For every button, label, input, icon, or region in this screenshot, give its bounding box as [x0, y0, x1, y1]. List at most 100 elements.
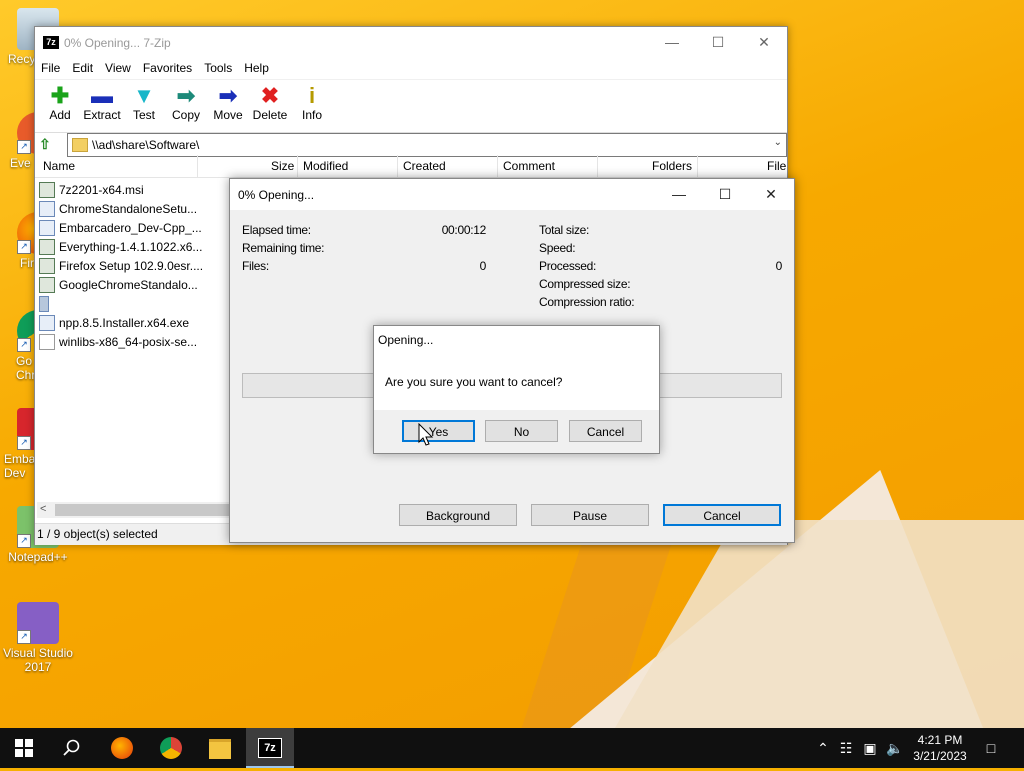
close-button[interactable]: ✕: [741, 27, 787, 57]
maximize-button[interactable]: ☐: [702, 179, 748, 210]
confirm-dialog: Opening... Are you sure you want to canc…: [373, 325, 660, 454]
column-modified[interactable]: Modified: [303, 159, 348, 173]
column-folders[interactable]: Folders: [652, 159, 692, 173]
list-item[interactable]: [39, 294, 203, 313]
file-name: winlibs-x86_64-posix-se...: [59, 334, 198, 349]
extract-button[interactable]: ▬ Extract: [81, 80, 123, 130]
speed-label: Speed:: [539, 241, 576, 255]
shortcut-arrow-icon: ↗: [17, 338, 31, 352]
file-name: Firefox Setup 102.9.0esr....: [59, 258, 204, 273]
extract-label: Extract: [83, 108, 121, 122]
column-created[interactable]: Created: [403, 159, 446, 173]
confirm-cancel-button[interactable]: Cancel: [569, 420, 642, 442]
menu-bar: File Edit View Favorites Tools Help: [35, 59, 787, 79]
column-size[interactable]: Size: [271, 159, 294, 173]
add-button[interactable]: ✚ Add: [39, 80, 81, 130]
no-button[interactable]: No: [485, 420, 558, 442]
menu-edit[interactable]: Edit: [66, 59, 99, 79]
progress-title-bar[interactable]: 0% Opening... — ☐ ✕: [230, 179, 794, 210]
msi-file-icon: [39, 276, 55, 293]
column-files[interactable]: File: [767, 159, 786, 173]
column-comment[interactable]: Comment: [503, 159, 555, 173]
search-button[interactable]: [48, 728, 96, 768]
copy-button[interactable]: ➡ Copy: [165, 80, 207, 130]
file-name: ChromeStandaloneSetu...: [59, 201, 198, 216]
close-button[interactable]: ✕: [748, 179, 794, 210]
column-name[interactable]: Name: [43, 159, 75, 173]
test-icon: ▼: [133, 83, 155, 108]
total-size-label: Total size:: [539, 223, 590, 237]
compressed-size-label: Compressed size:: [539, 277, 631, 291]
processed-value: 0: [775, 259, 783, 273]
toolbar: ✚ Add ▬ Extract ▼ Test ➡ Copy ➡ Move ✖ D…: [35, 79, 787, 130]
elapsed-label: Elapsed time:: [242, 223, 311, 237]
list-item[interactable]: ChromeStandaloneSetu...: [39, 199, 203, 218]
network-share-icon[interactable]: ☷: [836, 728, 856, 768]
desktop-icon-label: Notepad++: [8, 550, 68, 564]
menu-favorites[interactable]: Favorites: [137, 59, 198, 79]
copy-label: Copy: [171, 108, 200, 122]
test-button[interactable]: ▼ Test: [123, 80, 165, 130]
scrollbar-thumb[interactable]: [55, 504, 231, 516]
test-label: Test: [132, 108, 155, 122]
list-item[interactable]: npp.8.5.Installer.x64.exe: [39, 313, 203, 332]
confirm-body: Are you sure you want to cancel?: [374, 352, 659, 410]
file-icon: [39, 295, 49, 312]
desktop-icon-visual-studio[interactable]: ↗ Visual Studio 2017: [0, 602, 76, 674]
files-value: 0: [479, 259, 487, 273]
menu-file[interactable]: File: [35, 59, 66, 79]
scroll-left-icon[interactable]: <: [40, 503, 46, 515]
minimize-button[interactable]: —: [656, 179, 702, 210]
taskbar-clock[interactable]: 4:21 PM 3/21/2023: [906, 732, 974, 764]
desktop-icon-label: Visual Studio 2017: [3, 646, 73, 674]
maximize-button[interactable]: ☐: [695, 27, 741, 57]
shortcut-arrow-icon: ↗: [17, 534, 31, 548]
folder-icon: [209, 739, 231, 759]
network-icon[interactable]: ▣: [860, 728, 880, 768]
chevron-down-icon[interactable]: ⌄: [774, 137, 782, 148]
show-hidden-icons-button[interactable]: ⌃: [814, 728, 832, 768]
compression-ratio-label: Compression ratio:: [539, 295, 635, 309]
delete-icon: ✖: [260, 83, 280, 108]
start-button[interactable]: [0, 728, 48, 768]
list-item[interactable]: GoogleChromeStandalo...: [39, 275, 203, 294]
list-item[interactable]: Firefox Setup 102.9.0esr....: [39, 256, 203, 275]
msi-file-icon: [39, 181, 55, 198]
file-name: npp.8.5.Installer.x64.exe: [59, 315, 190, 330]
copy-icon: ➡: [176, 83, 196, 108]
confirm-title-bar[interactable]: Opening...: [374, 326, 659, 352]
processed-label: Processed:: [539, 259, 597, 273]
taskbar-file-explorer[interactable]: [196, 728, 244, 768]
7zip-app-icon: 7z: [43, 36, 59, 49]
info-button[interactable]: i Info: [291, 80, 333, 130]
list-item[interactable]: Embarcadero_Dev-Cpp_...: [39, 218, 203, 237]
7zip-icon: 7z: [258, 738, 282, 758]
notifications-icon[interactable]: □: [980, 728, 1002, 768]
yes-button[interactable]: Yes: [402, 420, 475, 442]
cancel-button[interactable]: Cancel: [663, 504, 781, 526]
list-item[interactable]: Everything-1.4.1.1022.x6...: [39, 237, 203, 256]
shortcut-arrow-icon: ↗: [17, 140, 31, 154]
add-icon: ✚: [50, 83, 70, 108]
taskbar-chrome[interactable]: [147, 728, 195, 768]
pause-button[interactable]: Pause: [531, 504, 649, 526]
up-folder-button[interactable]: ⇧: [39, 136, 51, 153]
path-input[interactable]: \\ad\share\Software\ ⌄: [67, 133, 787, 157]
list-item[interactable]: winlibs-x86_64-posix-se...: [39, 332, 203, 351]
msi-file-icon: [39, 257, 55, 274]
taskbar-7zip[interactable]: 7z: [246, 728, 294, 768]
title-bar[interactable]: 7z 0% Opening... 7-Zip — ☐ ✕: [35, 27, 787, 59]
list-item[interactable]: 7z2201-x64.msi: [39, 180, 203, 199]
background-button[interactable]: Background: [399, 504, 517, 526]
volume-muted-icon[interactable]: 🔈: [884, 728, 906, 768]
menu-help[interactable]: Help: [238, 59, 275, 79]
delete-button[interactable]: ✖ Delete: [249, 80, 291, 130]
visual-studio-icon: ↗: [17, 602, 59, 644]
menu-view[interactable]: View: [99, 59, 137, 79]
move-button[interactable]: ➡ Move: [207, 80, 249, 130]
taskbar-firefox[interactable]: [98, 728, 146, 768]
minimize-button[interactable]: —: [649, 27, 695, 57]
mouse-cursor-icon: [418, 423, 434, 446]
menu-tools[interactable]: Tools: [198, 59, 238, 79]
horizontal-scrollbar[interactable]: <: [37, 502, 233, 518]
